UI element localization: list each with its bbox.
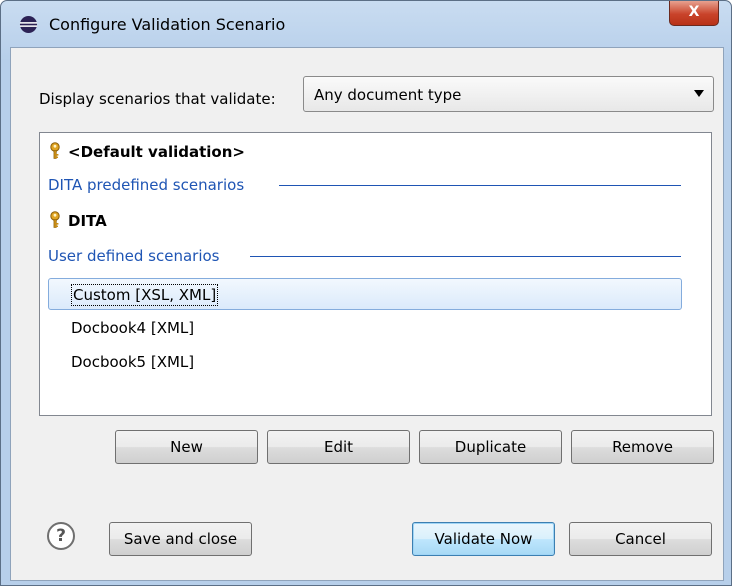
window-title: Configure Validation Scenario (49, 15, 286, 34)
document-type-selected-value: Any document type (314, 86, 462, 104)
new-button[interactable]: New (115, 430, 258, 464)
list-item-default-validation[interactable]: <Default validation> (48, 137, 245, 167)
close-icon: X (688, 4, 700, 20)
help-icon[interactable]: ? (47, 522, 75, 550)
save-and-close-button[interactable]: Save and close (109, 522, 252, 556)
group-header-user: User defined scenarios (48, 246, 220, 266)
scenario-list[interactable]: <Default validation> DITA predefined sce… (39, 132, 712, 416)
list-item-custom[interactable]: Custom [XSL, XML] (48, 278, 682, 310)
list-item-label: Docbook5 [XML] (71, 353, 195, 371)
close-button[interactable]: X (669, 1, 719, 26)
edit-button[interactable]: Edit (267, 430, 410, 464)
list-item-label: Custom [XSL, XML] (71, 284, 219, 306)
validate-now-button[interactable]: Validate Now (412, 522, 555, 556)
remove-button[interactable]: Remove (571, 430, 714, 464)
list-item-label: DITA (68, 212, 107, 230)
list-item-docbook5[interactable]: Docbook5 [XML] (71, 347, 194, 377)
group-header-predefined: DITA predefined scenarios (48, 175, 244, 195)
dialog-window: Configure Validation Scenario X Display … (0, 0, 732, 586)
duplicate-button[interactable]: Duplicate (419, 430, 562, 464)
key-icon (50, 211, 60, 228)
list-item-dita[interactable]: DITA (48, 206, 107, 236)
cancel-button[interactable]: Cancel (569, 522, 712, 556)
group-header-label: DITA predefined scenarios (48, 176, 245, 194)
list-item-label: <Default validation> (68, 143, 245, 161)
group-divider (250, 256, 681, 257)
title-bar[interactable]: Configure Validation Scenario X (1, 1, 731, 47)
list-item-docbook4[interactable]: Docbook4 [XML] (71, 313, 194, 343)
document-type-dropdown[interactable]: Any document type (303, 76, 714, 112)
eclipse-app-icon (19, 15, 38, 34)
chevron-down-icon[interactable] (694, 90, 704, 97)
document-type-filter-label: Display scenarios that validate: (39, 90, 276, 108)
group-divider (279, 185, 681, 186)
list-item-label: Docbook4 [XML] (71, 319, 195, 337)
dialog-body: Display scenarios that validate: Any doc… (10, 47, 724, 581)
group-header-label: User defined scenarios (48, 247, 220, 265)
key-icon (50, 142, 60, 159)
